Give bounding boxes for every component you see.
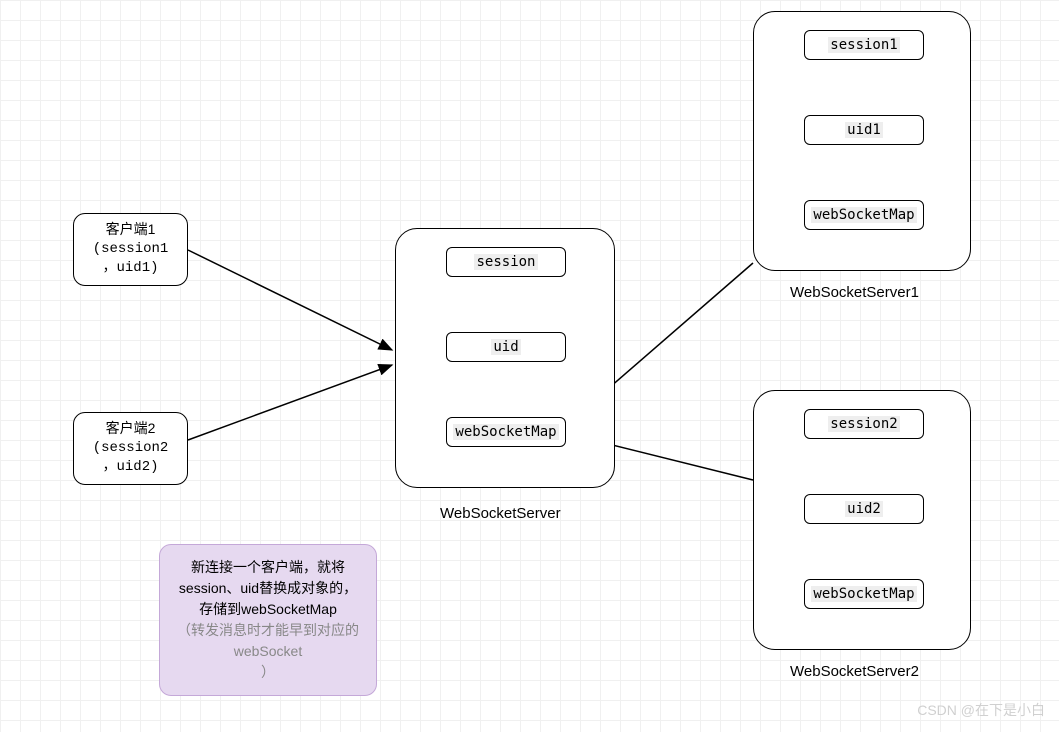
server2-websocketmap-label: webSocketMap <box>811 586 916 602</box>
client2-title: 客户端2 <box>84 419 177 439</box>
client2-line2: ，uid2) <box>84 458 177 478</box>
note-line5: webSocket <box>170 641 366 662</box>
center-uid-box: uid <box>446 332 566 362</box>
note-line6: ） <box>170 662 366 683</box>
note-box: 新连接一个客户端，就将 session、uid替换成对象的， 存储到webSoc… <box>159 544 377 696</box>
client1-title: 客户端1 <box>84 220 177 240</box>
server1-session-box: session1 <box>804 30 924 60</box>
websocketserver2-label: WebSocketServer2 <box>790 663 919 680</box>
client1-line1: (session1 <box>84 240 177 260</box>
server1-session-label: session1 <box>828 37 899 53</box>
note-line3: 存储到webSocketMap <box>170 599 366 620</box>
watermark: CSDN @在下是小白 <box>917 700 1045 720</box>
center-session-label: session <box>474 254 537 270</box>
client1-node: 客户端1 (session1 ，uid1) <box>73 213 188 286</box>
server2-session-box: session2 <box>804 409 924 439</box>
server1-uid-box: uid1 <box>804 115 924 145</box>
note-line4: （转发消息时才能早到对应的 <box>170 620 366 641</box>
server1-websocketmap-label: webSocketMap <box>811 207 916 223</box>
client2-node: 客户端2 (session2 ，uid2) <box>73 412 188 485</box>
center-uid-label: uid <box>491 339 520 355</box>
center-websocketmap-label: webSocketMap <box>453 424 558 440</box>
client2-line1: (session2 <box>84 439 177 459</box>
websocketserver1-label: WebSocketServer1 <box>790 284 919 301</box>
server2-uid-box: uid2 <box>804 494 924 524</box>
server2-uid-label: uid2 <box>845 501 883 517</box>
server2-session-label: session2 <box>828 416 899 432</box>
note-line2: session、uid替换成对象的， <box>170 578 366 599</box>
server1-uid-label: uid1 <box>845 122 883 138</box>
websocketserver1-container: session1 uid1 webSocketMap <box>753 11 971 271</box>
center-session-box: session <box>446 247 566 277</box>
center-websocketmap-box: webSocketMap <box>446 417 566 447</box>
server1-websocketmap-box: webSocketMap <box>804 200 924 230</box>
websocketserver2-container: session2 uid2 webSocketMap <box>753 390 971 650</box>
websocketserver-label: WebSocketServer <box>440 505 561 522</box>
server2-websocketmap-box: webSocketMap <box>804 579 924 609</box>
websocketserver-container: session uid webSocketMap <box>395 228 615 488</box>
note-line1: 新连接一个客户端，就将 <box>170 557 366 578</box>
client1-line2: ，uid1) <box>84 259 177 279</box>
